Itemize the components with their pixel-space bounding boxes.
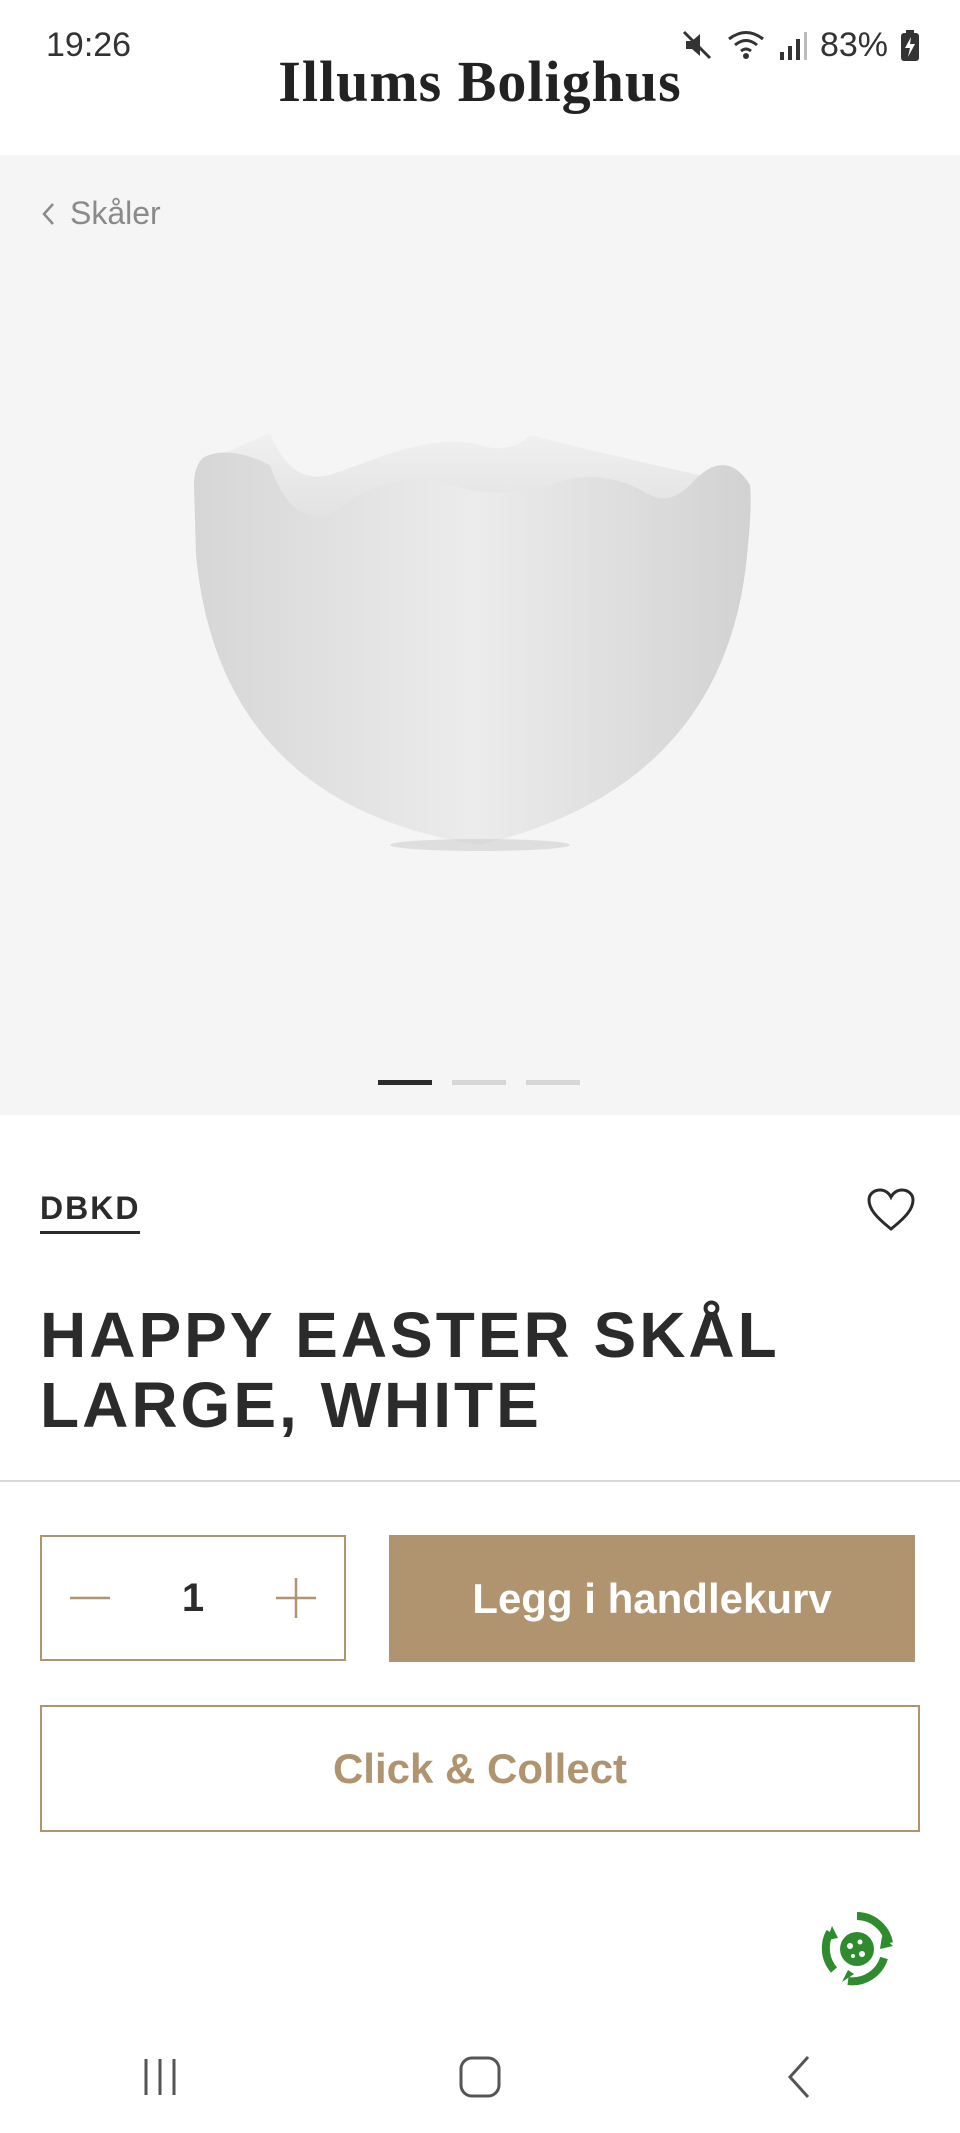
system-nav-bar [0,2020,960,2133]
divider [0,1480,960,1482]
plus-icon[interactable] [274,1576,318,1620]
heart-icon[interactable] [866,1187,916,1233]
recycle-icon[interactable] [818,1910,896,1988]
pagination-dot[interactable] [452,1080,506,1085]
product-title: HAPPY EASTER SKÅL LARGE, WHITE [40,1299,779,1441]
quantity-stepper: 1 [40,1535,346,1661]
breadcrumb-label: Skåler [70,195,161,231]
product-gallery[interactable]: Skåler [0,155,960,1115]
product-image[interactable] [180,405,780,1005]
home-icon[interactable] [456,2053,504,2101]
product-brand-link[interactable]: DBKD [40,1190,141,1234]
recent-apps-icon[interactable] [136,2053,184,2101]
pagination-dot[interactable] [378,1080,432,1085]
breadcrumb[interactable]: Skåler [40,195,161,232]
back-icon[interactable] [776,2053,824,2101]
click-collect-button[interactable]: Click & Collect [40,1705,920,1832]
gallery-pagination [378,1080,580,1085]
minus-icon[interactable] [68,1576,112,1620]
site-logo[interactable]: Illums Bolighus [0,48,960,115]
quantity-value[interactable]: 1 [182,1576,204,1621]
pagination-dot[interactable] [526,1080,580,1085]
chevron-left-icon [42,202,54,225]
site-header: Illums Bolighus [0,40,960,155]
add-to-cart-button[interactable]: Legg i handlekurv [389,1535,915,1662]
